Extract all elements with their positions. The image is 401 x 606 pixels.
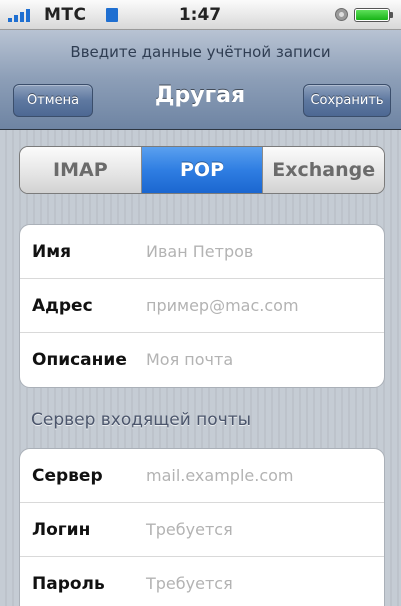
description-label: Описание xyxy=(32,350,127,370)
page-title: Другая xyxy=(154,83,246,108)
description-row[interactable]: Описание Моя почта xyxy=(20,333,384,387)
login-row[interactable]: Логин Требуется xyxy=(20,503,384,557)
description-field[interactable]: Моя почта xyxy=(146,333,233,387)
address-label: Адрес xyxy=(32,296,93,316)
navigation-bar: Введите данные учётной записи Отмена Дру… xyxy=(0,30,401,130)
signal-icon xyxy=(8,8,36,22)
protocol-segmented-control[interactable]: IMAP POP Exchange xyxy=(19,146,385,194)
login-label: Логин xyxy=(32,520,91,540)
lock-icon xyxy=(335,8,348,21)
settings-content[interactable]: IMAP POP Exchange Имя Иван Петров Адрес … xyxy=(0,130,401,606)
segment-exchange[interactable]: Exchange xyxy=(263,147,384,193)
name-field[interactable]: Иван Петров xyxy=(146,225,253,279)
save-button[interactable]: Сохранить xyxy=(303,84,391,117)
cancel-button[interactable]: Отмена xyxy=(13,84,93,117)
password-row[interactable]: Пароль Требуется xyxy=(20,557,384,606)
server-row[interactable]: Сервер mail.example.com xyxy=(20,449,384,503)
edge-icon xyxy=(106,8,118,22)
segment-imap[interactable]: IMAP xyxy=(20,147,142,193)
clock: 1:47 xyxy=(178,5,222,25)
address-row[interactable]: Адрес пример@mac.com xyxy=(20,279,384,333)
incoming-fields-group: Сервер mail.example.com Логин Требуется … xyxy=(19,448,385,606)
battery-icon xyxy=(354,8,393,22)
server-label: Сервер xyxy=(32,466,103,486)
password-field[interactable]: Требуется xyxy=(146,557,233,606)
segment-pop[interactable]: POP xyxy=(141,147,264,193)
login-field[interactable]: Требуется xyxy=(146,503,233,557)
name-label: Имя xyxy=(32,242,72,262)
name-row[interactable]: Имя Иван Петров xyxy=(20,225,384,279)
nav-prompt: Введите данные учётной записи xyxy=(70,43,331,61)
account-fields-group: Имя Иван Петров Адрес пример@mac.com Опи… xyxy=(19,224,385,388)
carrier-name: МТС xyxy=(44,5,87,25)
password-label: Пароль xyxy=(32,574,105,594)
incoming-server-header: Сервер входящей почты xyxy=(31,410,252,430)
server-field[interactable]: mail.example.com xyxy=(146,449,294,503)
status-bar: МТС 1:47 xyxy=(0,0,401,30)
address-field[interactable]: пример@mac.com xyxy=(146,279,299,333)
